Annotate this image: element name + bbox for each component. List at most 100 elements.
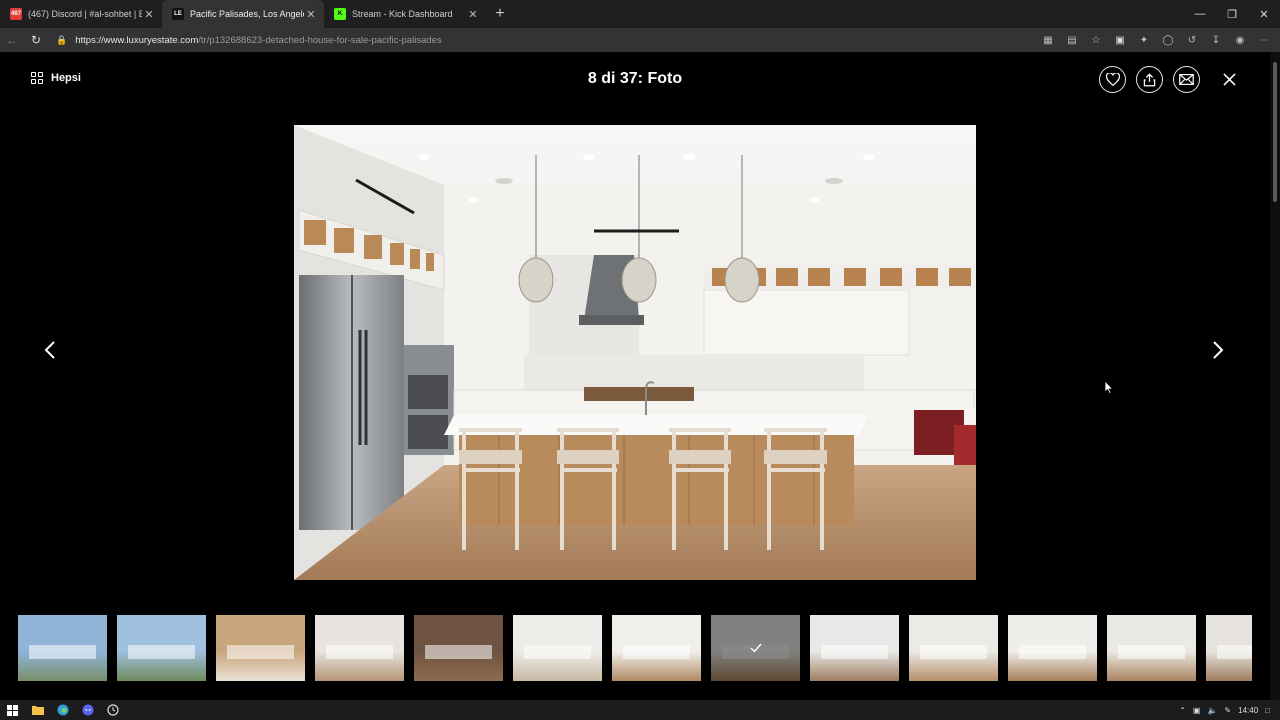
reload-icon[interactable]: ↻ — [24, 33, 48, 47]
reader-icon[interactable]: ▤ — [1060, 35, 1084, 46]
tray-chevron-icon[interactable]: ⌃ — [1179, 706, 1186, 715]
collections-icon[interactable]: ◯ — [1156, 35, 1180, 46]
app-button[interactable] — [100, 700, 125, 720]
close-icon — [1222, 72, 1236, 86]
thumbnail-image — [325, 644, 394, 660]
close-window-icon[interactable]: ✕ — [1248, 0, 1280, 28]
window-controls: — ❐ ✕ — [1184, 0, 1280, 28]
thumbnail-kitchen-white[interactable] — [612, 615, 701, 681]
edge-icon — [57, 704, 68, 716]
lock-icon: 🔒 — [56, 34, 68, 45]
thumbnail-living-room[interactable] — [315, 615, 404, 681]
thumbnail-image — [127, 644, 196, 660]
thumbnail-image — [424, 644, 493, 660]
discord-button[interactable] — [75, 700, 100, 720]
start-button[interactable] — [0, 700, 25, 720]
url-path: /tr/p132688623-detached-house-for-sale-p… — [198, 34, 442, 46]
mail-icon — [1179, 74, 1194, 85]
clock-app-icon — [106, 704, 119, 716]
thumbnail-image — [226, 644, 295, 660]
system-tray: ⌃ ▣ 🔈 ✎ 14:40 □ — [1179, 700, 1270, 720]
back-icon[interactable]: ← — [0, 33, 24, 47]
kitchen-photo-illustration — [294, 125, 976, 580]
thumbnail-image — [1117, 644, 1186, 660]
thumbnail-study-bookshelves[interactable] — [414, 615, 503, 681]
edge-browser-button[interactable] — [50, 700, 75, 720]
viewer-actions — [1099, 66, 1200, 93]
chevron-right-icon — [1213, 341, 1224, 359]
thumbnail-kitchen-range[interactable] — [810, 615, 899, 681]
chevron-left-icon — [44, 341, 55, 359]
share-icon — [1143, 72, 1156, 86]
browser-tab-bar: 467 (467) Discord | #al-sohbet | Ei ✕ LE Pac… — [0, 0, 1280, 28]
os-taskbar: ⌃ ▣ 🔈 ✎ 14:40 □ — [0, 700, 1280, 720]
maximize-icon[interactable]: ❐ — [1216, 0, 1248, 28]
menu-icon[interactable]: ⋯ — [1252, 35, 1276, 46]
apps-icon[interactable]: ▦ — [1036, 35, 1060, 46]
folder-icon — [31, 706, 44, 715]
new-tab-button[interactable]: + — [486, 5, 514, 23]
thumbnail-image — [622, 644, 691, 660]
favorite-star-icon[interactable]: ☆ — [1084, 35, 1108, 46]
file-explorer-button[interactable] — [25, 700, 50, 720]
download-icon[interactable]: ↧ — [1204, 35, 1228, 46]
thumbnail-kitchen-island[interactable] — [711, 615, 800, 681]
thumbnail-image — [28, 644, 97, 660]
notifications-icon[interactable]: □ — [1265, 706, 1270, 715]
clock-time[interactable]: 14:40 — [1238, 706, 1258, 715]
thumbnail-family-room[interactable] — [1008, 615, 1097, 681]
thumbnail-kitchen-dining[interactable] — [909, 615, 998, 681]
tab-title: Pacific Palisades, Los Angeles, Cali — [190, 9, 304, 19]
thumbnail-image — [820, 644, 889, 660]
thumbnail-image — [1018, 644, 1087, 660]
thumbnail-image — [1216, 644, 1252, 660]
thumbnail-dining-room[interactable] — [513, 615, 602, 681]
main-photo — [294, 125, 976, 580]
thumbnail-house-exterior-aerial[interactable] — [18, 615, 107, 681]
tab-favicon-icon: 467 — [10, 8, 22, 20]
tab-favicon-icon: LE — [172, 8, 184, 20]
heart-icon — [1105, 73, 1120, 86]
close-viewer-button[interactable] — [1218, 68, 1240, 90]
tab-close-icon[interactable]: ✕ — [466, 8, 480, 21]
windows-logo-icon — [7, 704, 18, 716]
tab-title: (467) Discord | #al-sohbet | Ei — [28, 9, 142, 19]
tab-favicon-icon: K — [334, 8, 346, 20]
network-icon[interactable]: ▣ — [1193, 706, 1201, 715]
share-button[interactable] — [1136, 66, 1163, 93]
browser-toolbar: ▦ ▤ ☆ ▣ ✦ ◯ ↺ ↧ ◉ ⋯ — [1036, 28, 1276, 52]
photo-counter: 8 di 37: Foto — [587, 70, 683, 87]
thumbnail-room-partial[interactable] — [1206, 615, 1252, 681]
url-field[interactable]: 🔒 https://www.luxuryestate.com /tr/p1326… — [56, 30, 1056, 50]
tab-close-icon[interactable]: ✕ — [304, 8, 318, 21]
thumbnail-spiral-staircase[interactable] — [216, 615, 305, 681]
tab-close-icon[interactable]: ✕ — [142, 8, 156, 21]
history-icon[interactable]: ↺ — [1180, 35, 1204, 46]
puzzle-icon[interactable]: ✦ — [1132, 35, 1156, 46]
mouse-cursor-icon — [1104, 380, 1114, 395]
volume-icon[interactable]: 🔈 — [1207, 706, 1217, 715]
thumbnail-image — [919, 644, 988, 660]
browser-tab[interactable]: 467 (467) Discord | #al-sohbet | Ei ✕ — [0, 0, 162, 28]
contact-button[interactable] — [1173, 66, 1200, 93]
profile-avatar-icon[interactable]: ◉ — [1228, 35, 1252, 46]
minimize-icon[interactable]: — — [1184, 0, 1216, 28]
discord-icon — [82, 704, 93, 716]
thumbnail-image — [523, 644, 592, 660]
page-scrollbar[interactable] — [1270, 52, 1280, 700]
address-bar: ← ↻ 🔒 https://www.luxuryestate.com /tr/p… — [0, 28, 1280, 52]
browser-tab[interactable]: LE Pacific Palisades, Los Angeles, Cali✕ — [162, 0, 324, 28]
next-photo-button[interactable] — [1206, 338, 1230, 362]
browser-tab[interactable]: K Stream - Kick Dashboard ✕ — [324, 0, 486, 28]
thumbnail-living-fireplace[interactable] — [1107, 615, 1196, 681]
scrollbar-thumb[interactable] — [1273, 62, 1277, 202]
pen-icon[interactable]: ✎ — [1224, 706, 1231, 715]
tab-title: Stream - Kick Dashboard — [352, 9, 453, 19]
thumbnail-neighborhood-aerial[interactable] — [117, 615, 206, 681]
thumbnail-strip — [18, 615, 1252, 681]
favorite-button[interactable] — [1099, 66, 1126, 93]
photo-viewer: Hepsi 8 di 37: Foto — [0, 52, 1270, 700]
previous-photo-button[interactable] — [38, 338, 62, 362]
extension-icon[interactable]: ▣ — [1108, 35, 1132, 46]
checkmark-icon — [750, 643, 762, 653]
